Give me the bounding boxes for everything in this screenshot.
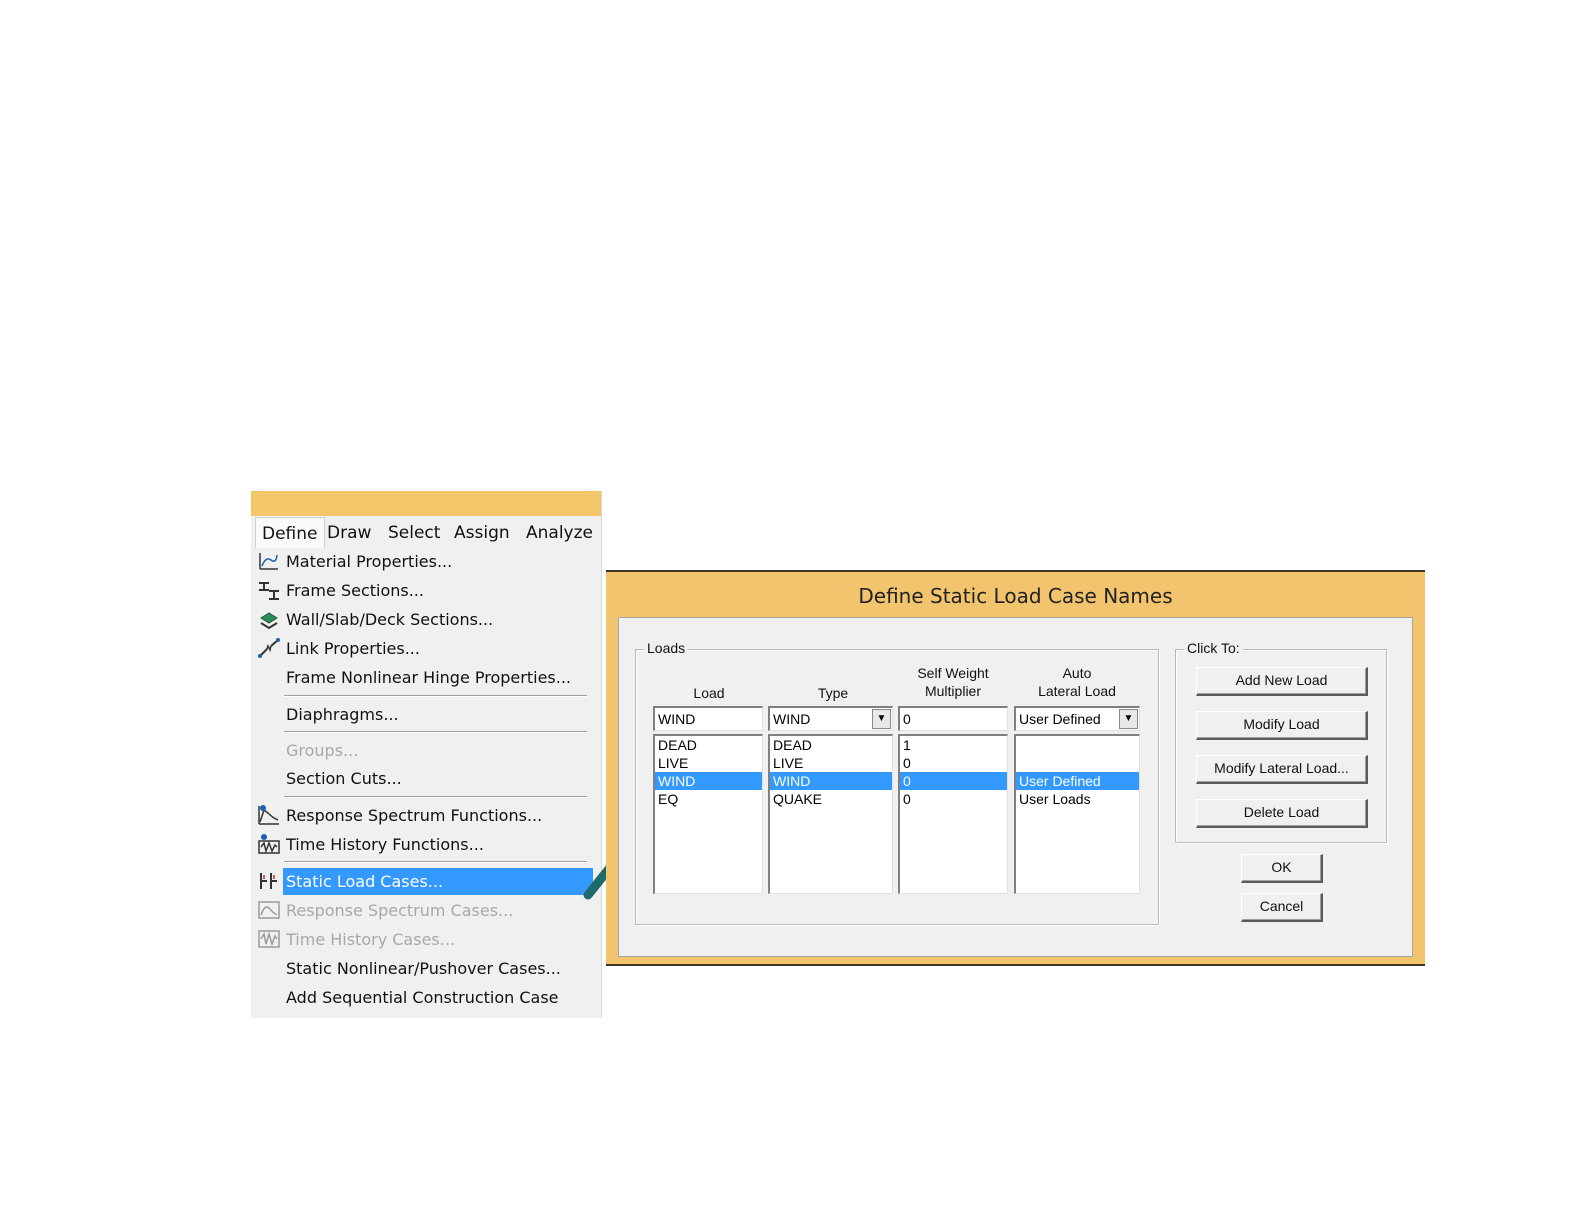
list-item[interactable]: WIND: [770, 772, 892, 790]
frame-sections-icon: [259, 582, 279, 600]
loads-group-title: Loads: [644, 640, 689, 656]
menu-item-response-spectrum-functions[interactable]: Response Spectrum Functions...: [255, 802, 587, 829]
header-load: Load: [693, 685, 725, 701]
menubar-define[interactable]: Define: [255, 517, 325, 548]
modify-load-button[interactable]: Modify Load: [1196, 711, 1368, 740]
delete-load-button[interactable]: Delete Load: [1196, 799, 1368, 828]
dialog-body: Loads Load Type Self Weight Multiplier A…: [618, 617, 1413, 957]
window-titlebar: [251, 491, 601, 516]
list-item[interactable]: 0: [900, 790, 1007, 808]
menubar-select[interactable]: Select: [388, 523, 440, 543]
auto-lateral-load-select[interactable]: User Defined ▼: [1014, 706, 1140, 731]
chevron-down-icon[interactable]: ▼: [872, 709, 891, 729]
menu-item-link-properties[interactable]: Link Properties...: [255, 635, 587, 662]
menu-item-time-history-functions[interactable]: Time History Functions...: [255, 831, 587, 858]
list-item[interactable]: QUAKE: [770, 790, 892, 808]
list-item[interactable]: DEAD: [770, 736, 892, 754]
list-item[interactable]: 1: [900, 736, 1007, 754]
list-item[interactable]: [1016, 736, 1139, 754]
list-item[interactable]: 0: [900, 772, 1007, 790]
list-item[interactable]: EQ: [655, 790, 762, 808]
add-new-load-button[interactable]: Add New Load: [1196, 667, 1368, 696]
type-list[interactable]: DEAD LIVE WIND QUAKE: [768, 734, 893, 894]
self-weight-multiplier-input[interactable]: 0: [898, 706, 1008, 731]
define-static-load-dialog: Define Static Load Case Names Loads Load…: [606, 570, 1425, 966]
ok-button[interactable]: OK: [1241, 854, 1323, 883]
define-menu-panel: Define Draw Select Assign Analyze Materi…: [251, 491, 602, 1018]
menubar-assign[interactable]: Assign: [454, 523, 510, 543]
list-item[interactable]: [1016, 754, 1139, 772]
response-spectrum-cases-icon: [258, 901, 280, 919]
chevron-down-icon[interactable]: ▼: [1119, 709, 1138, 729]
header-type: Type: [817, 685, 849, 701]
menu-item-response-spectrum-cases: Response Spectrum Cases...: [255, 897, 587, 924]
menu-separator: [284, 861, 587, 863]
load-list[interactable]: DEAD LIVE WIND EQ: [653, 734, 763, 894]
menu-item-wall-slab-deck[interactable]: Wall/Slab/Deck Sections...: [255, 606, 587, 633]
menu-item-static-load-cases[interactable]: Static Load Cases...: [255, 868, 593, 895]
dialog-title: Define Static Load Case Names: [858, 584, 1173, 608]
list-item[interactable]: User Loads: [1016, 790, 1139, 808]
header-auto-lateral: Auto Lateral Load: [1038, 665, 1116, 699]
menubar-draw[interactable]: Draw: [327, 523, 371, 543]
load-name-input[interactable]: WIND: [653, 706, 763, 731]
menu-item-section-cuts[interactable]: Section Cuts...: [255, 765, 587, 792]
menu-item-add-sequential-construction[interactable]: Add Sequential Construction Case: [255, 984, 587, 1011]
click-to-group-title: Click To:: [1184, 640, 1243, 656]
time-history-icon: [258, 834, 280, 854]
menu-item-frame-nonlinear-hinge[interactable]: Frame Nonlinear Hinge Properties...: [255, 664, 587, 691]
static-load-icon: [260, 873, 277, 889]
menubar-analyze[interactable]: Analyze: [526, 523, 593, 543]
menu-item-material-properties[interactable]: Material Properties...: [255, 548, 587, 575]
material-properties-icon: [259, 553, 278, 570]
list-item[interactable]: LIVE: [655, 754, 762, 772]
cancel-button[interactable]: Cancel: [1241, 893, 1323, 922]
load-type-select[interactable]: WIND ▼: [768, 706, 893, 731]
wall-slab-deck-icon: [260, 612, 278, 630]
menu-item-diaphragms[interactable]: Diaphragms...: [255, 701, 587, 728]
click-to-groupbox: Click To: Add New Load Modify Load Modif…: [1175, 640, 1387, 843]
menu-item-frame-sections[interactable]: Frame Sections...: [255, 577, 587, 604]
multiplier-list[interactable]: 1 0 0 0: [898, 734, 1008, 894]
menu-item-static-nonlinear-pushover[interactable]: Static Nonlinear/Pushover Cases...: [255, 955, 587, 982]
menu-item-groups: Groups...: [286, 741, 359, 760]
menubar: Define Draw Select Assign Analyze: [251, 516, 601, 548]
menu-separator: [284, 796, 587, 798]
list-item[interactable]: User Defined: [1016, 772, 1139, 790]
menu-separator: [284, 731, 587, 733]
header-self-weight: Self Weight Multiplier: [917, 665, 989, 699]
list-item[interactable]: 0: [900, 754, 1007, 772]
menu-separator: [284, 695, 587, 697]
list-item[interactable]: DEAD: [655, 736, 762, 754]
link-properties-icon: [258, 638, 280, 658]
time-history-cases-icon: [258, 930, 280, 948]
menu-item-time-history-cases: Time History Cases...: [255, 926, 587, 953]
auto-lateral-list[interactable]: User Defined User Loads: [1014, 734, 1140, 894]
response-spectrum-icon: [258, 805, 279, 825]
loads-groupbox: Loads Load Type Self Weight Multiplier A…: [635, 640, 1159, 925]
list-item[interactable]: LIVE: [770, 754, 892, 772]
modify-lateral-load-button[interactable]: Modify Lateral Load...: [1196, 755, 1368, 784]
list-item[interactable]: WIND: [655, 772, 762, 790]
